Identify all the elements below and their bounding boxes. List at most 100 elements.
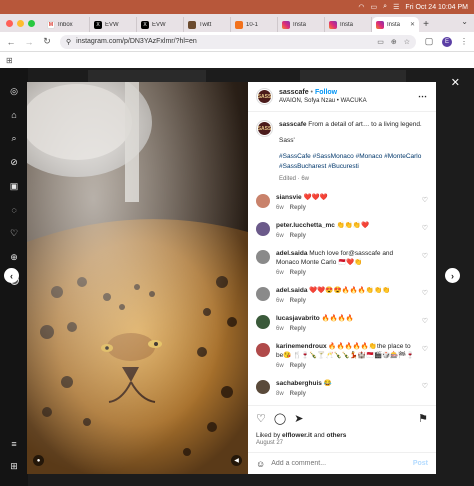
also-from-meta-icon[interactable]: ⊞ [10, 461, 18, 472]
post-photo[interactable]: ● ◀ [27, 82, 248, 474]
tab-insta-active[interactable]: Insta ✕ [372, 17, 419, 32]
tab-insta-1[interactable]: Insta [278, 17, 325, 32]
comment-icon[interactable]: ◯ [274, 412, 286, 425]
commenter-avatar[interactable] [256, 315, 270, 329]
close-modal-icon[interactable]: ✕ [451, 76, 460, 89]
minimize-window-button[interactable] [17, 19, 24, 27]
reels-icon[interactable]: ▣ [10, 181, 19, 192]
reply-button[interactable]: Reply [290, 326, 306, 332]
messages-icon[interactable]: ◌ [11, 205, 16, 215]
next-post-button[interactable]: › [445, 268, 460, 283]
reload-icon[interactable]: ↻ [42, 36, 52, 47]
close-window-button[interactable] [6, 19, 13, 27]
like-comment-icon[interactable]: ♡ [422, 196, 428, 204]
tagged-user-icon[interactable]: ● [33, 455, 44, 466]
instagram-logo-icon[interactable]: ◎ [10, 86, 18, 97]
more-menu-icon[interactable]: ≡ [11, 439, 16, 449]
comment-row: adel.saida Much love for@sasscafe and Mo… [256, 249, 428, 278]
x-logo-icon: X [141, 20, 149, 29]
tab-evw-1[interactable]: X EVW [90, 17, 137, 32]
reply-button[interactable]: Reply [290, 298, 306, 304]
window-controls [6, 14, 35, 32]
forward-arrow-icon[interactable]: → [24, 37, 34, 47]
reply-button[interactable]: Reply [290, 391, 306, 397]
leopard-plate-image [27, 82, 248, 474]
site-info-icon[interactable]: ⚲ [66, 38, 71, 46]
commenter-avatar[interactable] [256, 287, 270, 301]
caption-hashtags[interactable]: #SassCafe #SassMonaco #Monaco #MonteCarl… [279, 152, 428, 172]
maximize-window-button[interactable] [28, 19, 35, 27]
commenter-avatar[interactable] [256, 380, 270, 394]
more-options-icon[interactable]: ⋯ [418, 91, 428, 102]
home-icon[interactable]: ⌂ [11, 110, 16, 120]
add-comment-bar: ☺ Post [248, 452, 436, 474]
like-comment-icon[interactable]: ♡ [422, 317, 428, 325]
explore-icon[interactable]: ⊘ [10, 157, 18, 168]
reply-button[interactable]: Reply [290, 233, 306, 239]
reply-button[interactable]: Reply [290, 205, 306, 211]
control-center-icon[interactable]: ☰ [393, 3, 399, 11]
search-icon[interactable]: ⌕ [383, 3, 387, 11]
author-username[interactable]: sasscafe [279, 89, 309, 96]
gmail-icon: M [47, 20, 55, 29]
post-comment-button[interactable]: Post [413, 460, 428, 467]
macos-menubar: ◠ ▭ ⌕ ☰ Fri Oct 24 10:04 PM [0, 0, 474, 14]
apps-grid-icon[interactable]: ⊞ [6, 56, 13, 65]
extensions-icon[interactable]: ▢ [424, 36, 434, 47]
commenter-avatar[interactable] [256, 194, 270, 208]
author-avatar[interactable]: SASS [256, 120, 273, 137]
new-tab-button[interactable]: + [419, 17, 433, 32]
instagram-favicon-icon [376, 20, 384, 29]
bookmark-star-icon[interactable]: ☆ [404, 38, 410, 46]
notifications-heart-icon[interactable]: ♡ [10, 228, 18, 239]
back-arrow-icon[interactable]: ← [6, 37, 16, 47]
commenter-avatar[interactable] [256, 222, 270, 236]
post-date: August 27 [256, 440, 284, 446]
like-comment-icon[interactable]: ♡ [422, 252, 428, 260]
audio-muted-icon[interactable]: ◀ [231, 455, 242, 466]
post-caption: SASS sasscafe From a detail of art… to a… [256, 120, 428, 184]
liked-by-user[interactable]: elflower.it [282, 432, 312, 439]
liked-by-others[interactable]: others [327, 432, 347, 439]
commenter-avatar[interactable] [256, 343, 270, 357]
browser-menu-icon[interactable]: ⋮ [460, 37, 468, 46]
tab-search-icon[interactable]: ⌄ [461, 17, 468, 26]
reply-button[interactable]: Reply [290, 270, 306, 276]
zoom-icon[interactable]: ⊕ [391, 38, 397, 46]
tab-inbox[interactable]: M Inbox [43, 17, 90, 32]
reply-button[interactable]: Reply [290, 363, 306, 369]
like-post-icon[interactable]: ♡ [256, 412, 266, 425]
like-comment-icon[interactable]: ♡ [422, 382, 428, 390]
tab-evw-2[interactable]: X EVW [137, 17, 184, 32]
menubar-clock[interactable]: Fri Oct 24 10:04 PM [405, 4, 468, 11]
audio-attribution[interactable]: AVAION, Sofya Nzau • WACUKA [279, 97, 412, 106]
follow-button[interactable]: Follow [315, 89, 337, 96]
instagram-page: ◎ ⌂ ⌕ ⊘ ▣ ◌ ♡ ⊕ ≡ ⊞ ✕ ‹ › ● ◀ SASS sassc… [0, 68, 474, 486]
profile-avatar[interactable]: E [442, 36, 452, 47]
like-comment-icon[interactable]: ♡ [422, 224, 428, 232]
tab-insta-2[interactable]: Insta [325, 17, 372, 32]
tab-twitter[interactable]: Twitt [184, 17, 231, 32]
wifi-icon[interactable]: ◠ [358, 3, 364, 11]
create-icon[interactable]: ⊕ [10, 252, 18, 263]
save-bookmark-icon[interactable]: ⚑ [418, 412, 428, 425]
x-logo-icon: X [94, 20, 102, 29]
commenter-avatar[interactable] [256, 250, 270, 264]
search-nav-icon[interactable]: ⌕ [11, 133, 16, 144]
emoji-picker-icon[interactable]: ☺ [256, 459, 265, 469]
close-tab-icon[interactable]: ✕ [410, 21, 415, 28]
url-text[interactable]: instagram.com/p/DN3YAzFxlmr/?hl=en [76, 38, 197, 45]
share-icon[interactable]: ➤ [294, 412, 303, 425]
like-comment-icon[interactable]: ♡ [422, 345, 428, 353]
twitter-favicon-icon [188, 20, 196, 29]
comment-row: siansvie ❤️❤️❤️ 6w Reply ♡ [256, 193, 428, 213]
comment-input[interactable] [271, 460, 407, 467]
address-bar[interactable]: ⚲ instagram.com/p/DN3YAzFxlmr/?hl=en ▭ ⊕… [60, 34, 416, 49]
cast-icon[interactable]: ▭ [377, 38, 384, 46]
previous-post-button[interactable]: ‹ [4, 268, 19, 283]
tab-10[interactable]: 10-1 [231, 17, 278, 32]
bookmarks-bar: ⊞ [0, 52, 474, 68]
battery-icon[interactable]: ▭ [371, 3, 378, 11]
like-comment-icon[interactable]: ♡ [422, 289, 428, 297]
author-avatar[interactable]: SASS [256, 88, 273, 105]
